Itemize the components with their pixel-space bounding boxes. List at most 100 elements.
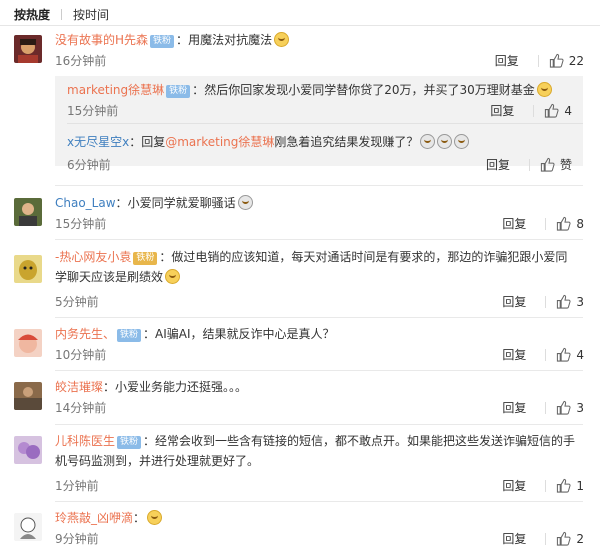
emoji-icon	[147, 510, 163, 525]
like-button[interactable]: 赞	[540, 156, 572, 173]
like-count: 2	[576, 531, 584, 546]
username[interactable]: 玲燕敲_凶咿滴	[55, 511, 133, 525]
tab-separator	[61, 8, 63, 20]
comment-content: 皎洁璀璨：小爱业务能力还挺强。。。	[55, 380, 248, 394]
like-button[interactable]: 4	[544, 103, 572, 118]
username[interactable]: 没有故事的H先森	[55, 33, 148, 47]
like-count: 22	[568, 53, 584, 68]
comment-actions: 回复 4	[502, 346, 584, 363]
thumbs-up-icon	[557, 531, 571, 546]
comment-time: 9分钟前	[55, 532, 99, 546]
username[interactable]: 皎洁璀璨	[55, 380, 103, 394]
header-divider	[0, 25, 600, 26]
reply-content: x无尽星空x：回复@marketing徐慧琳刚急着追究结果发现赚了？	[67, 132, 575, 152]
like-button[interactable]: 3	[556, 400, 584, 415]
reply-button[interactable]: 回复	[502, 293, 526, 310]
emoji-icon	[420, 134, 436, 149]
like-button[interactable]: 22	[549, 53, 584, 68]
comment-content: 儿科陈医生 铁粉 ：经常会收到一些含有链接的短信，都不敢点开。如果能把这些发送诈骗短…	[55, 434, 576, 468]
thumbs-up-icon	[557, 216, 571, 231]
avatar[interactable]	[14, 198, 42, 226]
reply-prefix: ：回复	[129, 135, 166, 149]
avatar[interactable]	[14, 329, 42, 357]
username[interactable]: 内务先生、	[55, 327, 115, 341]
like-button[interactable]: 4	[556, 347, 584, 362]
fan-badge: 铁粉	[117, 329, 142, 342]
comment-time: 10分钟前	[55, 348, 107, 362]
reply-content: marketing徐慧琳 铁粉 ：然后你回家发现小爱同学替你贷了20万，并买了30万…	[67, 80, 575, 100]
reply-time: 6分钟前	[67, 158, 111, 172]
comment-divider	[55, 370, 583, 371]
comment-content: -热心网友小袁 铁粉 ：做过电销的应该知道，每天对通话时间是有要求的，那边的诈骗犯跟…	[55, 250, 568, 284]
emoji-icon	[274, 32, 290, 47]
username[interactable]: marketing徐慧琳	[67, 83, 164, 97]
like-button[interactable]: 2	[556, 531, 584, 546]
action-separator	[533, 104, 535, 117]
username[interactable]: -热心网友小袁	[55, 250, 131, 264]
like-count: 3	[576, 294, 584, 309]
like-count: 3	[576, 400, 584, 415]
comment-time: 5分钟前	[55, 295, 99, 309]
action-separator	[545, 348, 547, 361]
avatar[interactable]	[14, 513, 42, 541]
like-button[interactable]: 1	[556, 478, 584, 493]
avatar[interactable]	[14, 382, 42, 410]
comment-time: 14分钟前	[55, 401, 107, 415]
reply-button[interactable]: 回复	[502, 399, 526, 416]
like-count: 8	[576, 216, 584, 231]
like-count: 4	[564, 103, 572, 118]
comment-divider	[55, 239, 583, 240]
reply-button[interactable]: 回复	[495, 52, 519, 69]
tab-time[interactable]: 按时间	[73, 6, 109, 23]
action-separator	[537, 54, 539, 67]
reply-button[interactable]: 回复	[502, 346, 526, 363]
emoji-icon	[454, 134, 470, 149]
sort-tabs: 按热度 按时间	[14, 5, 109, 23]
action-separator	[545, 295, 547, 308]
reply-thread-item: x无尽星空x：回复@marketing徐慧琳刚急着追究结果发现赚了？ 6分钟前 …	[55, 124, 583, 172]
reply-button[interactable]: 回复	[502, 215, 526, 232]
action-separator	[545, 217, 547, 230]
fan-badge: 铁粉	[133, 252, 158, 265]
like-button[interactable]: 8	[556, 216, 584, 231]
comment-time: 16分钟前	[55, 54, 107, 68]
emoji-icon	[536, 82, 552, 97]
reply-button[interactable]: 回复	[486, 156, 510, 173]
fan-badge: 铁粉	[117, 436, 142, 449]
like-count: 赞	[559, 158, 572, 172]
emoji-icon	[437, 134, 453, 149]
comment-time: 1分钟前	[55, 479, 99, 493]
avatar[interactable]	[14, 436, 42, 464]
comment-text: 小爱业务能力还挺强。。。	[115, 380, 248, 394]
comment-text: 用魔法对抗魔法	[188, 33, 273, 47]
avatar[interactable]	[14, 35, 42, 63]
comment-content: 没有故事的H先森 铁粉 ：用魔法对抗魔法	[55, 30, 578, 50]
reply-button[interactable]: 回复	[502, 530, 526, 547]
comment-actions: 回复 22	[495, 52, 584, 69]
comment-content: Chao_Law：小爱同学就爱聊骚话	[55, 193, 578, 213]
username[interactable]: 儿科陈医生	[55, 434, 115, 448]
action-separator	[528, 158, 530, 171]
reply-button[interactable]: 回复	[502, 477, 526, 494]
comment-content: 内务先生、 铁粉 ：AI骗AI，结果就反诈中心是真人？	[55, 327, 335, 342]
username[interactable]: Chao_Law	[55, 196, 116, 210]
username[interactable]: x无尽星空x	[67, 135, 129, 149]
like-count: 4	[576, 347, 584, 362]
like-count: 1	[576, 478, 584, 493]
thumbs-up-icon	[540, 157, 555, 172]
mention-link[interactable]: @marketing徐慧琳	[165, 135, 274, 149]
thumbs-up-icon	[545, 103, 559, 118]
reply-button[interactable]: 回复	[490, 102, 514, 119]
comment-actions: 回复 3	[502, 399, 584, 416]
action-separator	[545, 479, 547, 492]
like-button[interactable]: 3	[556, 294, 584, 309]
action-separator	[545, 401, 547, 414]
reply-actions: 回复 赞	[486, 156, 572, 173]
reply-text: 刚急着追究结果发现赚了？	[274, 135, 419, 149]
comment-divider	[55, 424, 583, 425]
avatar[interactable]	[14, 255, 42, 283]
tab-hot[interactable]: 按热度	[14, 6, 50, 23]
reply-text: 然后你回家发现小爱同学替你贷了20万，并买了30万理财基金	[204, 83, 535, 97]
fan-badge: 铁粉	[166, 85, 191, 98]
comment-actions: 回复 3	[502, 293, 584, 310]
